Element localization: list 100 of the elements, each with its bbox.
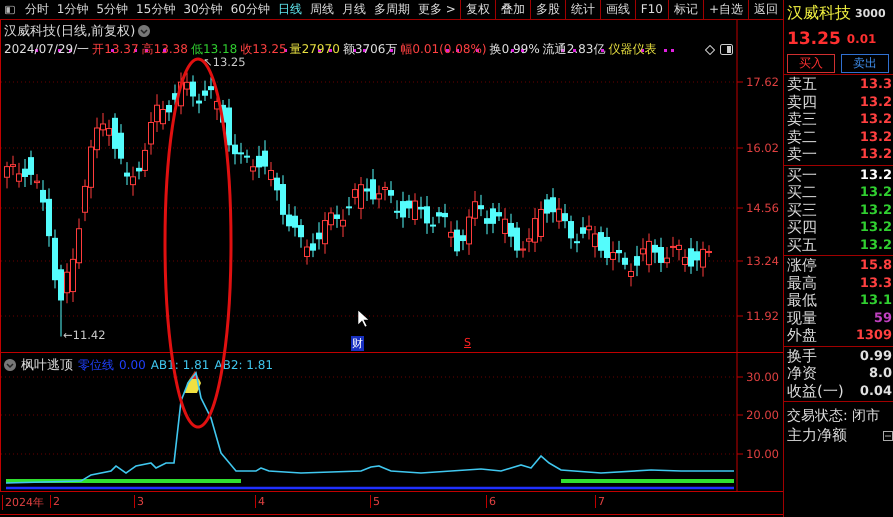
- price-label: 17.62: [746, 75, 779, 89]
- row-value: 13.3: [860, 276, 893, 291]
- date-label: 2024年: [2, 495, 44, 510]
- period-tab[interactable]: 30分钟: [179, 1, 227, 18]
- row-value: 0.04: [860, 384, 893, 399]
- toolbar-button[interactable]: 多股: [530, 0, 565, 19]
- period-tab[interactable]: 周线: [306, 1, 338, 18]
- row-value: 13.3: [860, 77, 893, 92]
- row-value: 1309: [856, 328, 893, 344]
- price-label: 11.92: [746, 309, 779, 323]
- diamond-icon[interactable]: [705, 45, 715, 55]
- row-value: 0.99: [860, 348, 893, 364]
- trade-button[interactable]: 买入: [787, 54, 835, 73]
- row-value: 15.8: [860, 258, 893, 274]
- row-label: 卖二: [787, 128, 817, 146]
- price-label: 14.56: [746, 201, 779, 215]
- date-label: 6: [486, 495, 496, 508]
- stock-code: 3000: [855, 6, 886, 20]
- more-menu[interactable]: 更多 >: [414, 1, 460, 18]
- trade-button[interactable]: 卖出: [841, 54, 889, 73]
- price-change: 0.01: [846, 32, 876, 46]
- toolbar-button[interactable]: 叠加: [494, 0, 530, 19]
- date-label: 3: [134, 495, 144, 508]
- row-label: 卖三: [787, 110, 817, 130]
- quote-value: 收13.25: [240, 41, 287, 58]
- period-tab[interactable]: 5分钟: [92, 1, 132, 18]
- row-label: 涨停: [787, 256, 817, 275]
- row-label: 买五: [787, 236, 817, 255]
- row-value: 13.2: [860, 202, 893, 218]
- row-label: 卖四: [787, 92, 817, 112]
- indicator-name: 枫叶逃顶: [21, 357, 73, 374]
- quote-value: 低13.18: [190, 41, 238, 58]
- quote-value: 高13.38: [142, 41, 188, 58]
- row-value: 13.2: [860, 130, 893, 145]
- indicator-axis-label: 30.00: [746, 370, 779, 384]
- dropdown-icon[interactable]: [138, 25, 150, 37]
- row-label: 买三: [787, 200, 817, 220]
- toolbar-button[interactable]: 复权: [460, 0, 495, 19]
- quote-value: 量27970: [290, 41, 340, 58]
- row-value: 13.2: [860, 112, 893, 128]
- indicator-value: 0.00: [119, 358, 146, 372]
- period-tab[interactable]: 分时: [20, 1, 53, 18]
- period-tab[interactable]: 60分钟: [226, 1, 274, 18]
- row-label: 买四: [787, 218, 817, 238]
- row-value: 59: [874, 310, 893, 326]
- row-label: 买一: [787, 166, 817, 185]
- low-price-label: ←11.42: [63, 328, 106, 342]
- period-tab[interactable]: 多周期: [370, 1, 414, 18]
- toolbar-button[interactable]: 统计: [564, 0, 600, 19]
- quote-value: 开13.37: [92, 41, 139, 58]
- dropdown-icon[interactable]: [4, 359, 16, 371]
- date-label: 5: [370, 495, 380, 508]
- row-value: 13.2: [860, 94, 893, 110]
- panel-toggle-icon[interactable]: [5, 4, 15, 16]
- date-label: 4: [255, 495, 265, 508]
- toolbar-button[interactable]: 标记: [668, 0, 703, 19]
- indicator-value: 零位线: [78, 356, 114, 374]
- row-value: 13.2: [860, 185, 893, 200]
- row-label: 净资: [787, 364, 817, 384]
- row-value: 8.0: [868, 366, 893, 382]
- cursor-icon: [358, 309, 370, 328]
- quote-value: 换0.99%: [490, 41, 540, 58]
- row-value: 13.2: [860, 147, 893, 162]
- date-label: 2: [50, 495, 60, 508]
- chart-marker[interactable]: 财: [351, 336, 364, 351]
- period-tab[interactable]: 日线: [274, 1, 306, 18]
- row-label: 换手: [787, 346, 817, 366]
- trade-status: 交易状态: 闭市: [787, 407, 882, 425]
- row-value: 13.2: [860, 168, 893, 183]
- row-value: 13.2: [860, 220, 893, 236]
- quote-value: 幅0.01(0.08%): [400, 41, 487, 58]
- row-label: 外盘: [787, 326, 817, 346]
- chart-marker[interactable]: S: [463, 336, 472, 349]
- quote-value: 流通2.83亿: [542, 41, 606, 58]
- toolbar-button[interactable]: F10: [634, 0, 668, 19]
- row-value: 13.2: [860, 238, 893, 253]
- period-tab[interactable]: 月线: [338, 1, 370, 18]
- quote-value: 2024/07/29/一: [4, 41, 90, 58]
- panel-toggle-icon[interactable]: [720, 44, 733, 55]
- toolbar-button[interactable]: +自选: [702, 0, 748, 19]
- last-price: 13.25: [787, 29, 841, 49]
- row-label: 卖五: [787, 75, 817, 94]
- row-label: 现量: [787, 308, 817, 328]
- chart-title: 汉威科技(日线,前复权): [4, 23, 136, 40]
- peak-price-label: ↖13.25: [203, 55, 246, 69]
- row-label: 最低: [787, 291, 817, 310]
- row-label: 最高: [787, 274, 817, 293]
- stock-name: 汉威科技: [787, 2, 851, 24]
- period-tab[interactable]: 1分钟: [52, 1, 92, 18]
- date-label: 7: [595, 495, 605, 508]
- row-value: 13.1: [860, 293, 893, 308]
- indicator-axis-label: 10.00: [746, 447, 779, 461]
- row-label: 卖一: [787, 145, 817, 164]
- toolbar-button[interactable]: 返回: [748, 0, 783, 19]
- period-tab[interactable]: 15分钟: [132, 1, 180, 18]
- price-label: 16.02: [746, 141, 779, 155]
- toolbar-button[interactable]: 画线: [600, 0, 635, 19]
- quote-value: 仪器仪表: [608, 41, 656, 58]
- quote-value: 额3706万: [342, 41, 398, 58]
- row-label: 收益(一): [787, 382, 844, 401]
